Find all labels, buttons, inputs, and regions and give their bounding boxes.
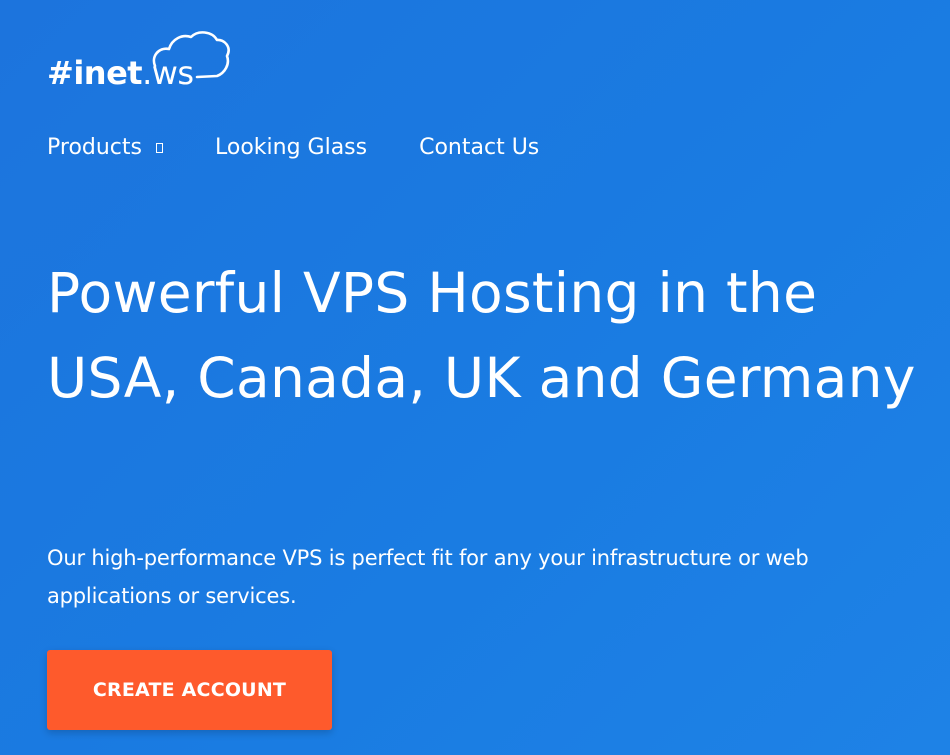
nav-item-label: Looking Glass <box>215 134 368 160</box>
nav-item-label: Products <box>47 134 142 160</box>
main-nav: Products Looking Glass Contact Us <box>47 130 539 164</box>
nav-item-contact-us[interactable]: Contact Us <box>419 135 539 160</box>
nav-item-products[interactable]: Products <box>47 135 163 160</box>
hero-title: Powerful VPS Hosting in the USA, Canada,… <box>47 261 916 410</box>
caret-icon <box>156 143 163 153</box>
hero-subtitle: Our high-performance VPS is perfect fit … <box>47 546 809 608</box>
nav-item-label: Contact Us <box>419 134 540 160</box>
logo-name: #inet <box>47 54 143 92</box>
site-logo[interactable]: #inet.ws <box>47 20 247 92</box>
logo-text: #inet.ws <box>47 53 194 93</box>
nav-item-looking-glass[interactable]: Looking Glass <box>215 135 367 160</box>
create-account-button[interactable]: CREATE ACCOUNT <box>47 650 332 730</box>
logo-tld: .ws <box>142 54 194 92</box>
